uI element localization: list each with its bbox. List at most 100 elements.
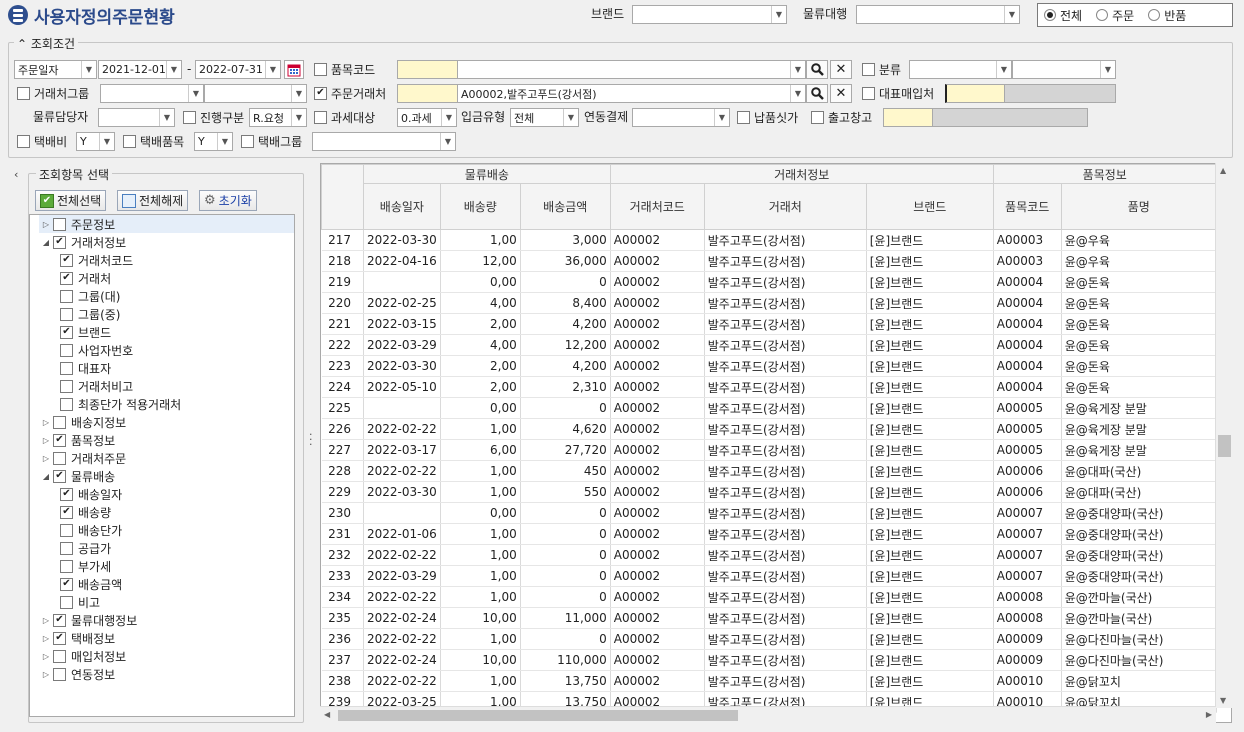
order-client-checkbox[interactable]: ✔ 주문거래처 [314,83,386,103]
caret-right-icon[interactable]: ▷ [39,652,53,661]
tree-item[interactable]: ▷ ✔ 택배정보 [39,629,294,647]
tree-item[interactable]: ▷ ✔ 물류대행정보 [39,611,294,629]
item-name-select[interactable]: ▼ [457,60,806,79]
tree-item[interactable]: 비고 [30,593,294,611]
collapse-left-icon[interactable]: ‹ [14,168,18,181]
inbound-select[interactable]: 전체 ▼ [510,108,579,127]
table-row[interactable]: 228 2022-02-22 1,00 450 A00002 발주고푸드(강서점) [윤]브… [321,460,1217,482]
caret-right-icon[interactable]: ▷ [39,436,53,445]
caret-down-icon[interactable]: ◢ [39,238,53,247]
tree-item-checkbox[interactable] [60,397,73,411]
delivery-price-checkbox[interactable]: 납품싯가 [737,107,798,127]
progress-checkbox[interactable]: 진행구분 [183,107,244,127]
client-group-large-select[interactable]: ▼ [100,84,204,103]
tree-item-checkbox[interactable] [60,523,73,537]
column-header[interactable]: 품목코드 [992,183,1062,230]
tree-item-checkbox[interactable]: ✔ [53,469,66,483]
table-row[interactable]: 217 2022-03-30 1,00 3,000 A00002 발주고푸드(강서점) [윤… [321,229,1217,251]
table-row[interactable]: 223 2022-03-30 2,00 4,200 A00002 발주고푸드(강서점) [윤… [321,355,1217,377]
radio-order[interactable]: 주문 [1096,7,1134,24]
tree-item-checkbox[interactable]: ✔ [60,505,73,519]
tree-item-checkbox[interactable]: ✔ [60,487,73,501]
column-header[interactable]: 배송일자 [363,183,441,230]
tree-item[interactable]: ▷ 연동정보 [39,665,294,683]
client-group-medium-select[interactable]: ▼ [204,84,307,103]
scroll-down-icon[interactable]: ▼ [1220,696,1226,705]
class-medium-select[interactable]: ▼ [1012,60,1116,79]
table-row[interactable]: 229 2022-03-30 1,00 550 A00002 발주고푸드(강서점) [윤]브… [321,481,1217,503]
date-type-select[interactable]: 주문일자 ▼ [14,60,97,79]
calendar-button[interactable] [284,60,304,79]
client-clear-button[interactable]: ✕ [830,84,852,103]
warehouse-checkbox[interactable]: 출고창고 [811,107,872,127]
parcel-item-select[interactable]: Y ▼ [194,132,233,151]
tree-item-checkbox[interactable] [60,559,73,573]
table-row[interactable]: 221 2022-03-15 2,00 4,200 A00002 발주고푸드(강서점) [윤… [321,313,1217,335]
tree-item-checkbox[interactable] [60,541,73,555]
order-client-code-input[interactable] [397,84,458,103]
order-client-select[interactable]: A00002,발주고푸드(강서점) ▼ [457,84,806,103]
table-row[interactable]: 234 2022-02-22 1,00 0 A00002 발주고푸드(강서점) [윤]브랜드… [321,586,1217,608]
tree-item-checkbox[interactable] [53,451,66,465]
brand-select[interactable]: ▼ [632,5,787,24]
rep-buyer-checkbox[interactable]: 대표매입처 [862,83,934,103]
warehouse-code-input[interactable] [883,108,933,127]
tree-item-checkbox[interactable] [53,415,66,429]
tree-item[interactable]: ▷ 매입처정보 [39,647,294,665]
tree-item[interactable]: ◢ ✔ 거래처정보 [39,233,294,251]
item-code-checkbox[interactable]: 품목코드 [314,59,375,79]
tree-item[interactable]: ▷ ✔ 품목정보 [39,431,294,449]
parcel-fee-checkbox[interactable]: 택배비 [17,131,67,151]
item-code-input[interactable] [397,60,458,79]
tree-item[interactable]: 대표자 [30,359,294,377]
table-row[interactable]: 218 2022-04-16 12,00 36,000 A00002 발주고푸드(강서점)… [321,250,1217,272]
tax-select[interactable]: 0.과세 ▼ [397,108,457,127]
column-header[interactable]: 배송금액 [519,183,611,230]
tree-item-checkbox[interactable] [60,361,73,375]
tree-item-checkbox[interactable] [53,649,66,663]
deselect-all-button[interactable]: 전체해제 [117,190,189,211]
table-row[interactable]: 236 2022-02-22 1,00 0 A00002 발주고푸드(강서점) [윤]브랜드… [321,628,1217,650]
table-row[interactable]: 232 2022-02-22 1,00 0 A00002 발주고푸드(강서점) [윤]브랜드… [321,544,1217,566]
tree-item[interactable]: ▷ 주문정보 [39,215,294,233]
tree-item[interactable]: ✔ 거래처 [30,269,294,287]
class-checkbox[interactable]: 분류 [862,59,901,79]
tree-item-checkbox[interactable]: ✔ [60,253,73,267]
client-group-checkbox[interactable]: 거래처그룹 [17,83,89,103]
parcel-group-checkbox[interactable]: 택배그룹 [241,131,302,151]
table-row[interactable]: 227 2022-03-17 6,00 27,720 A00002 발주고푸드(강서점)[… [321,439,1217,461]
caret-right-icon[interactable]: ▷ [39,220,53,229]
parcel-item-checkbox[interactable]: 택배품목 [123,131,184,151]
splitter-handle-icon[interactable]: · · · [309,429,313,450]
tree-item[interactable]: 거래처비고 [30,377,294,395]
table-row[interactable]: 238 2022-02-22 1,00 13,750 A00002 발주고푸드(강서점)[… [321,670,1217,692]
table-row[interactable]: 230 0,00 0 A00002 발주고푸드(강서점) [윤]브랜드 A00007 윤@중대… [321,502,1217,524]
tree-item[interactable]: 부가세 [30,557,294,575]
tree-item-checkbox[interactable]: ✔ [60,325,73,339]
table-row[interactable]: 226 2022-02-22 1,00 4,620 A00002 발주고푸드(강서점) [윤… [321,418,1217,440]
table-row[interactable]: 235 2022-02-24 10,00 11,000 A00002 발주고푸드(강서점)… [321,607,1217,629]
logistics-select[interactable]: ▼ [856,5,1020,24]
column-header[interactable]: 거래처 [703,183,867,230]
caret-right-icon[interactable]: ▷ [39,616,53,625]
scroll-right-icon[interactable]: ▶ [1206,710,1212,719]
item-clear-button[interactable]: ✕ [830,60,852,79]
column-header[interactable]: 브랜드 [865,183,994,230]
tree-item-checkbox[interactable]: ✔ [53,433,66,447]
vertical-scroll-thumb[interactable] [1218,435,1231,457]
tree-item[interactable]: 사업자번호 [30,341,294,359]
scroll-up-icon[interactable]: ▲ [1220,166,1226,175]
tree-item-checkbox[interactable]: ✔ [60,577,73,591]
class-large-select[interactable]: ▼ [909,60,1012,79]
date-to-input[interactable]: 2022-07-31 ▼ [195,60,281,79]
tree-item[interactable]: ▷ 배송지정보 [39,413,294,431]
tree-item[interactable]: 그룹(중) [30,305,294,323]
tree-item-checkbox[interactable] [60,595,73,609]
item-search-button[interactable] [806,60,828,79]
tree-item-checkbox[interactable] [60,289,73,303]
tree-item[interactable]: ✔ 배송금액 [30,575,294,593]
tree-item[interactable]: ✔ 배송량 [30,503,294,521]
table-row[interactable]: 222 2022-03-29 4,00 12,200 A00002 발주고푸드(강서점)[… [321,334,1217,356]
scroll-left-icon[interactable]: ◀ [324,710,330,719]
select-all-button[interactable]: ✔ 전체선택 [35,190,107,211]
